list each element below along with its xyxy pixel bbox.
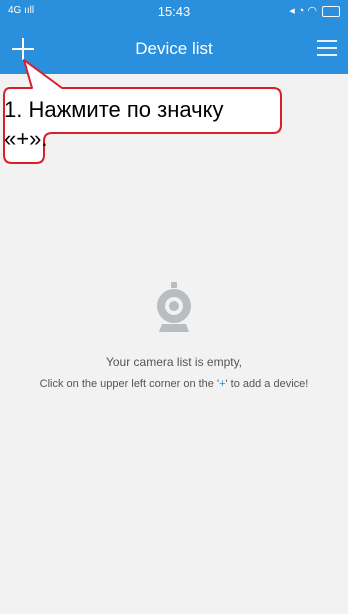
mute-icon: ◂ — [289, 5, 298, 17]
empty-hint: Click on the upper left corner on the '+… — [0, 378, 348, 390]
empty-state: Your camera list is empty, Click on the … — [0, 280, 348, 390]
menu-button[interactable] — [314, 36, 340, 60]
camera-icon — [157, 282, 191, 332]
app-header: Device list — [0, 24, 348, 74]
instruction-callout: 1. Нажмите по значку «+». — [4, 95, 280, 153]
hamburger-menu-icon — [317, 40, 337, 56]
hint-suffix: ' to add a device! — [225, 378, 309, 390]
battery-icon — [322, 5, 340, 17]
page-title: Device list — [135, 39, 213, 58]
wifi-icon: ◠ — [307, 5, 320, 17]
status-bar: 4G ııll 15:43 ◂◔◠ — [0, 0, 348, 24]
hint-prefix: Click on the upper left corner on the ' — [39, 378, 220, 390]
callout-line-2: «+». — [4, 126, 48, 151]
callout-line-1: 1. Нажмите по значку — [4, 97, 224, 122]
status-icons: ◂◔◠ — [289, 4, 340, 17]
empty-message: Your camera list is empty, — [105, 355, 243, 369]
alarm-icon: ◔ — [297, 5, 308, 17]
